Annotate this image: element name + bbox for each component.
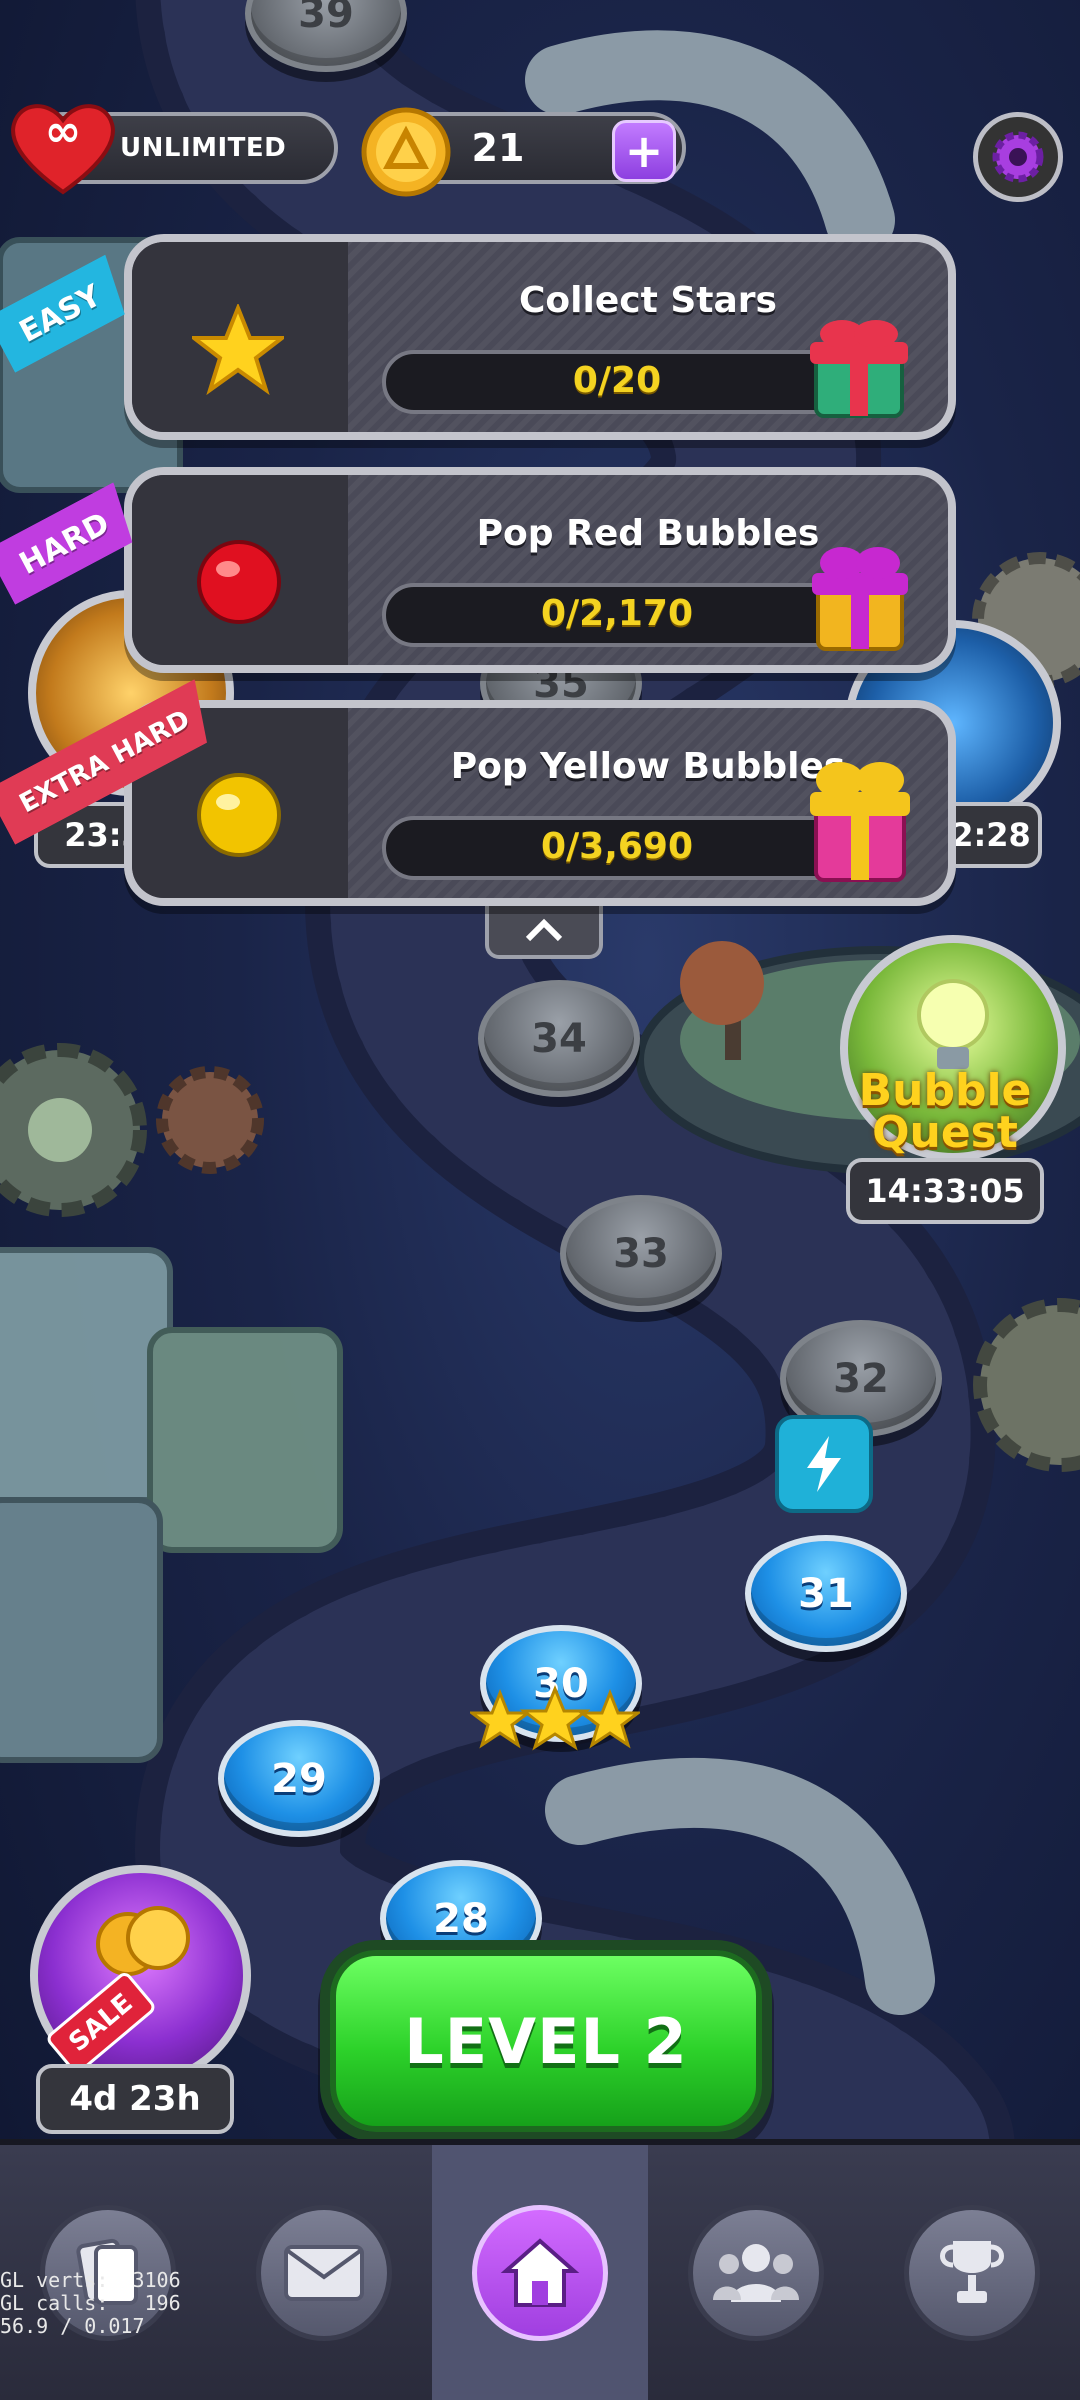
nav-trophy[interactable]: [864, 2145, 1080, 2400]
level-number: 32: [833, 1355, 889, 1402]
level-number: 29: [271, 1755, 327, 1802]
quest-progress: 0/3,690: [540, 826, 694, 867]
lives-label: UNLIMITED: [120, 133, 287, 163]
chevron-up-icon: [525, 918, 563, 942]
gift-icon: [812, 547, 908, 651]
quest-progress-bar: 0/20: [382, 350, 852, 414]
quest-card[interactable]: Pop Red Bubbles 0/2,170: [124, 467, 956, 673]
trophy-icon: [940, 2240, 1004, 2303]
coin-stack-icon: [96, 1906, 190, 1976]
nav-mail[interactable]: [216, 2145, 432, 2400]
debug-overlay: GL verts: 3106 GL calls: 196 56.9 / 0.017: [0, 2268, 181, 2338]
quest-card[interactable]: Collect Stars 0/20: [124, 234, 956, 440]
star-icon: [577, 1688, 640, 1749]
friends-icon: [713, 2243, 799, 2302]
lightning-icon: [807, 1436, 841, 1492]
bubble-quest-title: Bubble Quest: [858, 1065, 1032, 1158]
quest-progress: 0/20: [572, 360, 662, 401]
gift-icon: [810, 320, 908, 418]
play-level-button[interactable]: LEVEL 2: [330, 1950, 762, 2132]
play-level-label: LEVEL 2: [404, 2004, 688, 2078]
settings-button[interactable]: [973, 112, 1063, 202]
level-number: 28: [433, 1895, 489, 1942]
level-node[interactable]: 34: [478, 980, 640, 1097]
level-node[interactable]: 31: [745, 1535, 907, 1652]
heart-infinity-icon: ∞: [11, 104, 115, 195]
yellow-bubble-icon: [197, 773, 281, 857]
star-icon: [470, 1688, 533, 1749]
level-number: 31: [798, 1570, 854, 1617]
collapse-quests-button[interactable]: [485, 905, 603, 959]
coin-count: 21: [471, 126, 525, 170]
nav-friends[interactable]: [648, 2145, 864, 2400]
nav-home[interactable]: [432, 2145, 648, 2400]
bubble-quest-timer: 14:33:05: [846, 1158, 1044, 1224]
lives-pill[interactable]: ∞ UNLIMITED: [11, 104, 338, 195]
gift-icon: [810, 762, 910, 882]
level-number: 33: [613, 1230, 669, 1277]
add-coins-button[interactable]: +: [612, 120, 676, 182]
level-node[interactable]: 33: [560, 1195, 722, 1312]
quest-progress: 0/2,170: [540, 593, 694, 634]
level-number: 39: [298, 0, 354, 37]
level-number: 34: [531, 1015, 587, 1062]
level-node[interactable]: 29: [218, 1720, 380, 1837]
timer-text: 2:28: [951, 816, 1031, 854]
quest-card[interactable]: Pop Yellow Bubbles 0/3,690: [124, 700, 956, 906]
booster-marker[interactable]: [775, 1415, 873, 1513]
sale-timer: 4d 23h: [36, 2064, 234, 2134]
star-icon: [519, 1685, 591, 1751]
quest-progress-bar: 0/2,170: [382, 583, 852, 647]
star-icon: [192, 304, 284, 396]
level-stars: [470, 1685, 640, 1751]
home-icon: [500, 2237, 580, 2307]
coins-pill[interactable]: 21 +: [361, 107, 686, 197]
timer-text: 4d 23h: [69, 2079, 201, 2119]
sale-offer-button[interactable]: SALE: [30, 1865, 251, 2086]
quest-progress-bar: 0/3,690: [382, 816, 852, 880]
svg-text:∞: ∞: [45, 106, 82, 157]
mail-icon: [284, 2244, 364, 2301]
gear-icon: [992, 131, 1044, 183]
red-bubble-icon: [197, 540, 281, 624]
timer-text: 14:33:05: [865, 1172, 1025, 1210]
